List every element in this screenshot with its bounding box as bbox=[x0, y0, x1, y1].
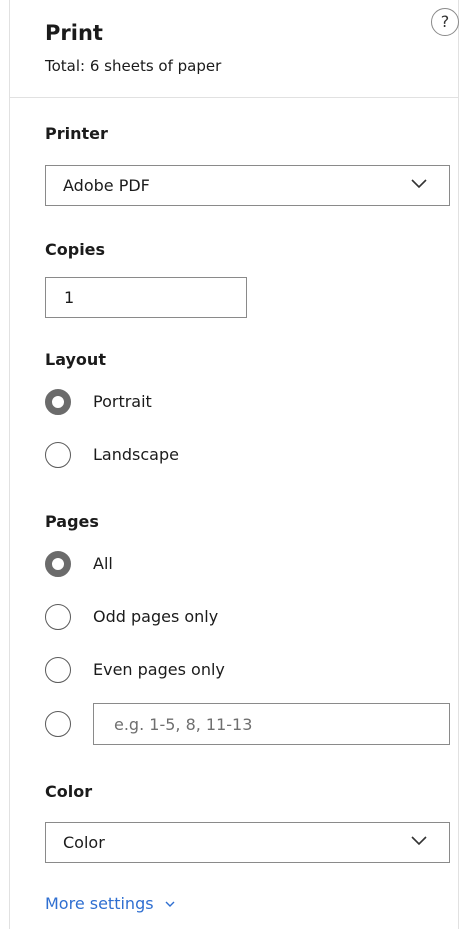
sheet-count: Total: 6 sheets of paper bbox=[45, 57, 222, 75]
radio-odd[interactable] bbox=[45, 604, 71, 630]
printer-dropdown[interactable]: Adobe PDF bbox=[45, 165, 450, 206]
layout-label: Layout bbox=[45, 350, 106, 369]
more-settings-label: More settings bbox=[45, 894, 154, 913]
chevron-down-icon bbox=[165, 901, 175, 907]
printer-selected-value: Adobe PDF bbox=[63, 176, 150, 195]
copies-value: 1 bbox=[64, 288, 75, 307]
color-selected-value: Color bbox=[63, 833, 105, 852]
radio-even[interactable] bbox=[45, 657, 71, 683]
print-panel: Print Total: 6 sheets of paper ? Printer… bbox=[9, 0, 459, 929]
print-header: Print Total: 6 sheets of paper ? bbox=[10, 0, 459, 98]
radio-label-all: All bbox=[93, 554, 113, 573]
more-settings-link[interactable]: More settings bbox=[45, 894, 175, 914]
radio-label-odd: Odd pages only bbox=[93, 607, 219, 626]
radio-portrait[interactable] bbox=[45, 389, 71, 415]
pages-label: Pages bbox=[45, 512, 99, 531]
radio-label-landscape: Landscape bbox=[93, 445, 179, 464]
radio-label-portrait: Portrait bbox=[93, 392, 152, 411]
page-range-placeholder: e.g. 1-5, 8, 11-13 bbox=[114, 715, 253, 734]
color-label: Color bbox=[45, 782, 93, 801]
help-icon: ? bbox=[440, 12, 450, 31]
radio-custom[interactable] bbox=[45, 711, 71, 737]
page-range-input[interactable]: e.g. 1-5, 8, 11-13 bbox=[93, 703, 450, 745]
radio-all[interactable] bbox=[45, 551, 71, 577]
color-dropdown[interactable]: Color bbox=[45, 822, 450, 863]
radio-label-even: Even pages only bbox=[93, 660, 225, 679]
copies-label: Copies bbox=[45, 240, 106, 259]
printer-label: Printer bbox=[45, 124, 108, 143]
help-button[interactable]: ? bbox=[431, 8, 459, 36]
chevron-down-icon bbox=[411, 179, 427, 189]
copies-input[interactable]: 1 bbox=[45, 277, 247, 318]
chevron-down-icon bbox=[411, 836, 427, 846]
radio-landscape[interactable] bbox=[45, 442, 71, 468]
page-title: Print bbox=[45, 21, 103, 45]
